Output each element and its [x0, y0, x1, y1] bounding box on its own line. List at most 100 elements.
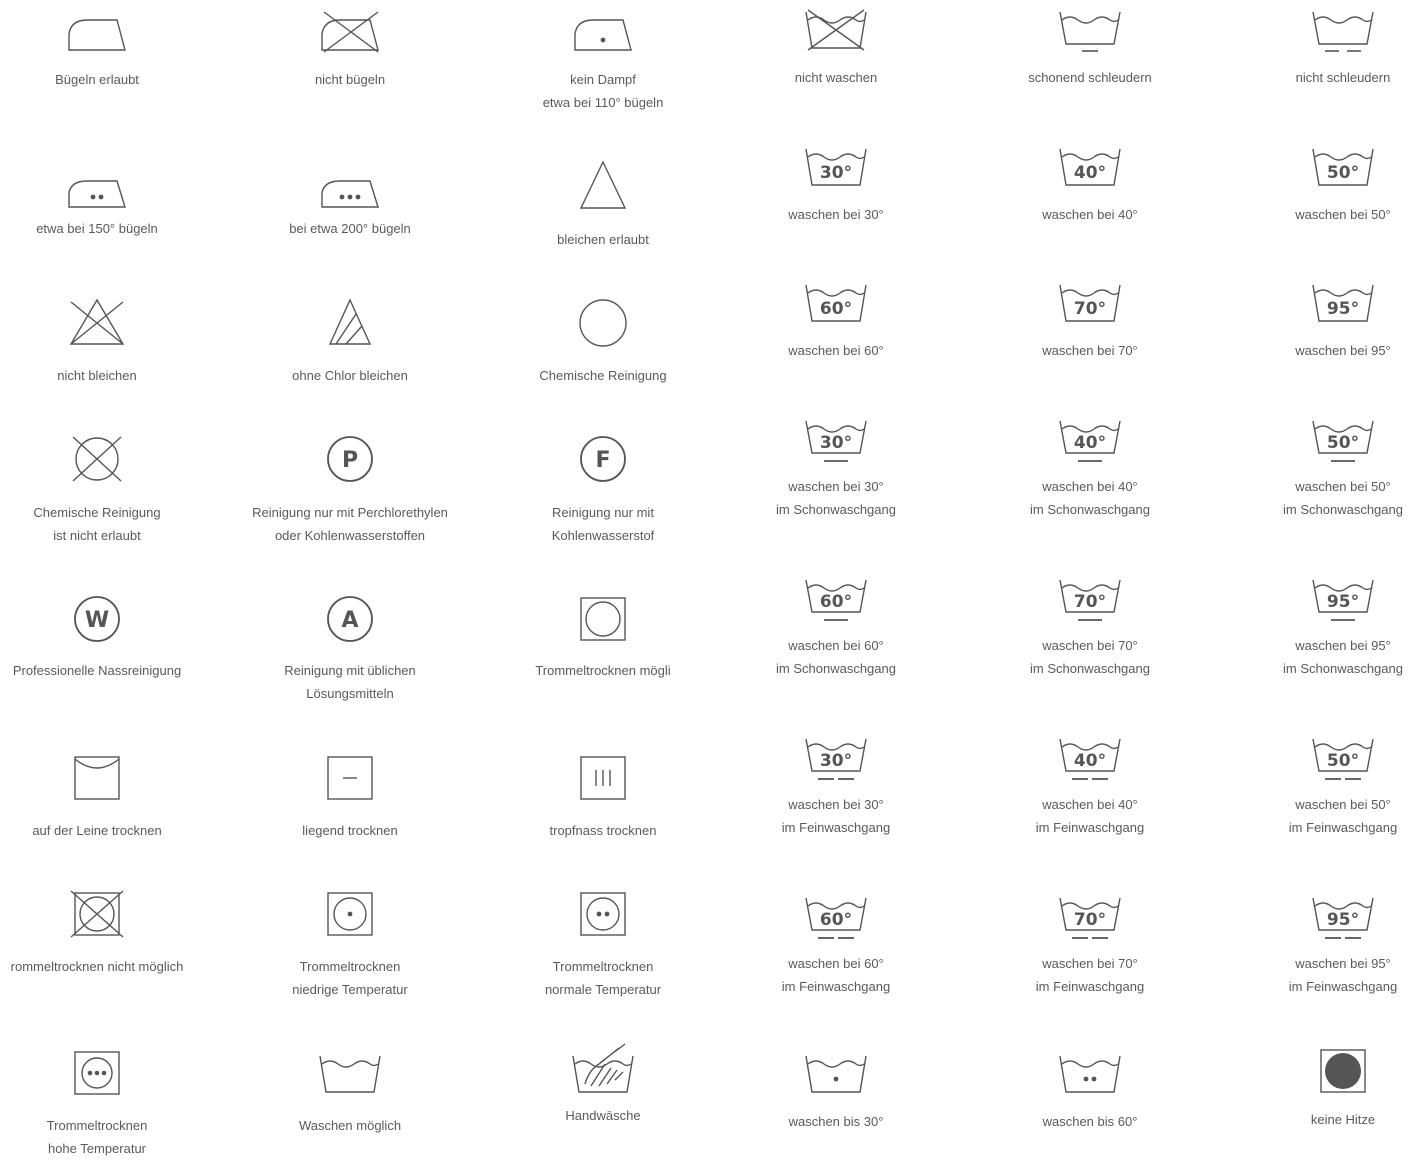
wash-tub-delicate-icon: 40° — [1059, 738, 1121, 780]
symbol-label-line2: im Schonwaschgang — [776, 502, 896, 517]
tumble-dryer-two-dots-icon — [580, 892, 626, 936]
symbol-wash95: 95° waschen bei 95° — [1223, 281, 1421, 362]
symbol-delicate95: 95° waschen bei 95° im Feinwaschgang — [1223, 894, 1421, 998]
symbol-no-iron: nicht bügeln — [230, 10, 470, 91]
symbol-label: waschen bei 95° — [1295, 343, 1391, 358]
symbol-wash-upto30: waschen bis 30° — [716, 1052, 956, 1133]
symbol-no-heat: keine Hitze — [1223, 1048, 1421, 1131]
circle-w-icon: W — [74, 596, 120, 642]
symbol-label: schonend schleudern — [1028, 70, 1152, 85]
symbol-delicate40: 40° waschen bei 40° im Feinwaschgang — [970, 735, 1210, 839]
symbol-label: kein Dampf — [570, 72, 636, 87]
square-drip-dry-icon — [580, 756, 626, 800]
symbol-label: nicht waschen — [794, 70, 878, 85]
symbol-line-dry: auf der Leine trocknen — [0, 755, 217, 842]
symbol-label: Reinigung mit üblichen — [284, 663, 416, 678]
symbol-label: tropfnass trocknen — [549, 823, 657, 838]
triangle-stripes-icon — [328, 298, 372, 345]
wash-temperature: 70° — [1074, 299, 1106, 319]
tumble-dryer-one-dot-icon — [327, 892, 373, 936]
symbol-no-spin: nicht schleudern — [1223, 8, 1421, 89]
symbol-label: waschen bei 70° — [1042, 638, 1138, 653]
symbol-label-line2: im Schonwaschgang — [1030, 502, 1150, 517]
wash-tub-temperature-icon: 70° — [1059, 284, 1121, 322]
symbol-bleach-allowed: bleichen erlaubt — [483, 160, 723, 251]
wash-tub-temperature-icon: 95° — [1312, 284, 1374, 322]
symbol-label: Chemische Reinigung — [539, 368, 667, 383]
symbol-label-line2: hohe Temperatur — [47, 1141, 147, 1156]
tumble-dryer-filled-icon — [1320, 1049, 1366, 1093]
wash-temperature: 60° — [820, 299, 852, 319]
symbol-label: bleichen erlaubt — [557, 232, 649, 247]
symbol-label: waschen bei 60° — [788, 956, 884, 971]
symbol-label: waschen bis 30° — [788, 1114, 884, 1129]
symbol-label: waschen bei 60° — [788, 638, 884, 653]
symbol-drip-dry: tropfnass trocknen — [483, 755, 723, 842]
symbol-wash30: 30° waschen bei 30° — [716, 145, 956, 226]
symbol-label: waschen bei 40° — [1042, 797, 1138, 812]
symbol-dry-clean: Chemische Reinigung — [483, 298, 723, 387]
wash-tub-temperature-icon: 50° — [1312, 148, 1374, 186]
symbol-delicate30: 30° waschen bei 30° im Feinwaschgang — [716, 735, 956, 839]
wash-tub-delicate-icon: 70° — [1059, 897, 1121, 939]
wash-temperature: 95° — [1327, 910, 1359, 930]
wash-tub-spin-gentle-icon — [1059, 11, 1121, 52]
symbol-iron-200: bei etwa 200° bügeln — [230, 165, 470, 240]
symbol-wet-clean: W Professionelle Nassreinigung — [0, 596, 217, 682]
circle-letter: P — [342, 448, 358, 473]
symbol-label: Reinigung nur mit Perchlorethylen — [252, 505, 448, 520]
symbol-delicate70: 70° waschen bei 70° im Feinwaschgang — [970, 894, 1210, 998]
symbol-label: rommeltrocknen nicht möglich — [10, 959, 184, 974]
symbol-label: waschen bei 40° — [1042, 207, 1138, 222]
circle-icon — [579, 299, 627, 347]
wash-tub-gentle-icon: 50° — [1312, 420, 1374, 462]
symbol-gentle50: 50° waschen bei 50° im Schonwaschgang — [1223, 417, 1421, 521]
circle-p-icon: P — [327, 436, 373, 482]
symbol-label-line2: Kohlenwasserstof — [551, 528, 655, 543]
square-flat-dry-icon — [327, 756, 373, 800]
circle-letter: F — [595, 448, 610, 473]
symbol-label: Chemische Reinigung — [33, 505, 161, 520]
symbol-no-wash: nicht waschen — [716, 8, 956, 89]
symbol-label-line2: Lösungsmitteln — [306, 686, 394, 701]
iron-one-dot-icon — [574, 19, 632, 51]
symbol-label: waschen bei 50° — [1295, 207, 1391, 222]
crossed-tumble-dryer-icon — [70, 890, 124, 938]
symbol-label-line2: im Feinwaschgang — [781, 820, 891, 835]
symbol-gentle70: 70° waschen bei 70° im Schonwaschgang — [970, 576, 1210, 680]
circle-f-icon: F — [580, 436, 626, 482]
symbol-tumble-low: Trommeltrocknen niedrige Temperatur — [230, 891, 470, 1001]
symbol-label-line2: im Feinwaschgang — [781, 979, 891, 994]
wash-tub-one-dot-icon — [805, 1055, 867, 1093]
symbol-no-bleach: nicht bleichen — [0, 296, 217, 387]
symbol-gentle95: 95° waschen bei 95° im Schonwaschgang — [1223, 576, 1421, 680]
wash-temperature: 70° — [1074, 910, 1106, 930]
symbol-label-line2: niedrige Temperatur — [292, 982, 408, 997]
square-line-dry-icon — [74, 756, 120, 800]
symbol-label-line2: im Feinwaschgang — [1035, 979, 1145, 994]
symbol-label: Handwäsche — [565, 1108, 641, 1123]
wash-temperature: 30° — [820, 163, 852, 183]
wash-tub-gentle-icon: 60° — [805, 579, 867, 621]
symbol-no-steam: kein Dampf etwa bei 110° bügeln — [483, 10, 723, 114]
symbol-label: auf der Leine trocknen — [32, 823, 162, 838]
symbol-label: ohne Chlor bleichen — [292, 368, 408, 383]
symbol-wash70: 70° waschen bei 70° — [970, 281, 1210, 362]
wash-tub-delicate-icon: 30° — [805, 738, 867, 780]
symbol-label: Waschen möglich — [298, 1118, 402, 1133]
crossed-circle-icon — [72, 436, 122, 482]
wash-tub-spin-delicate-icon — [1312, 11, 1374, 52]
symbol-label: waschen bei 70° — [1042, 343, 1138, 358]
crossed-wash-tub-icon — [805, 9, 867, 51]
wash-temperature: 30° — [820, 751, 852, 771]
symbol-no-tumble: rommeltrocknen nicht möglich — [0, 890, 217, 978]
symbol-label: waschen bei 95° — [1295, 638, 1391, 653]
symbol-label: liegend trocknen — [302, 823, 398, 838]
symbol-label: keine Hitze — [1310, 1112, 1376, 1127]
symbol-label: Bügeln erlaubt — [55, 72, 139, 87]
tumble-dryer-three-dots-icon — [74, 1051, 120, 1095]
symbol-label: Reinigung nur mit — [552, 505, 654, 520]
symbol-label: etwa bei 150° bügeln — [36, 221, 158, 236]
triangle-icon — [579, 160, 627, 209]
symbol-tumble-high: Trommeltrocknen hohe Temperatur — [0, 1050, 217, 1160]
